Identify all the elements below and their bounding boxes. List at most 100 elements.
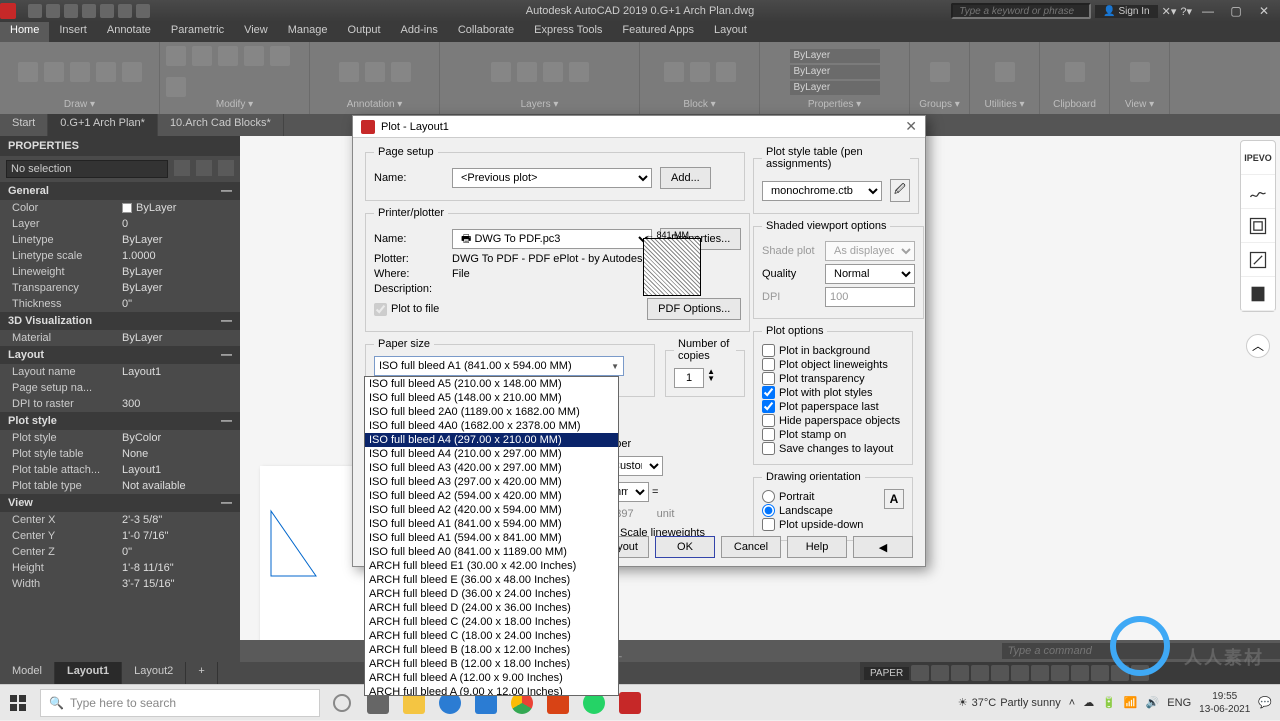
props-category[interactable]: General— (0, 182, 240, 200)
doc-tab[interactable]: 0.G+1 Arch Plan* (48, 114, 158, 136)
paper-size-option[interactable]: ISO full bleed A5 (210.00 x 148.00 MM) (365, 377, 618, 391)
props-row[interactable]: Center X2'-3 5/8" (0, 512, 240, 528)
qat-save-icon[interactable] (64, 4, 78, 18)
props-row[interactable]: Plot style tableNone (0, 446, 240, 462)
panel-draw[interactable]: Draw ▾ (64, 99, 95, 112)
statusbar-ortho-icon[interactable] (951, 665, 969, 681)
props-row[interactable]: ColorByLayer (0, 200, 240, 216)
color-combo[interactable]: ByLayer (790, 49, 880, 63)
qat-undo-icon[interactable] (118, 4, 132, 18)
exchange-icon[interactable]: ✕▾ (1162, 5, 1177, 18)
panel-groups[interactable]: Groups ▾ (919, 99, 960, 112)
paper-size-option[interactable]: ISO full bleed A3 (297.00 x 420.00 MM) (365, 475, 618, 489)
paper-size-option[interactable]: ISO full bleed A2 (594.00 x 420.00 MM) (365, 489, 618, 503)
props-row[interactable]: LinetypeByLayer (0, 232, 240, 248)
paper-size-option[interactable]: ARCH full bleed A (9.00 x 12.00 Inches) (365, 685, 618, 696)
paper-size-option[interactable]: ISO full bleed A2 (420.00 x 594.00 MM) (365, 503, 618, 517)
paper-size-option[interactable]: ISO full bleed A3 (420.00 x 297.00 MM) (365, 461, 618, 475)
doc-tab[interactable]: 10.Arch Cad Blocks* (158, 114, 284, 136)
panel-properties[interactable]: Properties ▾ (808, 99, 861, 112)
props-row[interactable]: LineweightByLayer (0, 264, 240, 280)
props-row[interactable]: Center Y1'-0 7/16" (0, 528, 240, 544)
statusbar-osnap-icon[interactable] (991, 665, 1009, 681)
statusbar-grid-icon[interactable] (911, 665, 929, 681)
clipboard-icon[interactable] (1241, 277, 1275, 311)
ribbon-tab-home[interactable]: Home (0, 22, 49, 42)
layout-tab[interactable]: Layout2 (122, 662, 186, 684)
quickselect-icon[interactable] (174, 160, 190, 176)
expand-chevron-icon[interactable]: ︿ (1246, 334, 1270, 358)
paper-size-option[interactable]: ISO full bleed A4 (297.00 x 210.00 MM) (365, 433, 618, 447)
paper-size-option[interactable]: ISO full bleed 2A0 (1189.00 x 1682.00 MM… (365, 405, 618, 419)
props-row[interactable]: Layer0 (0, 216, 240, 232)
lineweight-combo[interactable]: ByLayer (790, 65, 880, 79)
pickadd-icon[interactable] (218, 160, 234, 176)
ribbon-tab-add-ins[interactable]: Add-ins (391, 22, 448, 42)
taskbar-search[interactable]: 🔍 Type here to search (40, 689, 320, 717)
statusbar-lweight-icon[interactable] (1031, 665, 1049, 681)
props-category[interactable]: Plot style— (0, 412, 240, 430)
space-indicator[interactable]: PAPER (864, 667, 909, 680)
qat-new-icon[interactable] (28, 4, 42, 18)
statusbar-polar-icon[interactable] (971, 665, 989, 681)
landscape-radio[interactable]: Landscape (762, 504, 884, 517)
panel-block[interactable]: Block ▾ (683, 99, 715, 112)
collapse-dialog-button[interactable]: ◀ (853, 536, 913, 558)
add-page-setup-button[interactable]: Add... (660, 167, 711, 189)
edit-plot-style-icon[interactable]: 🖉 (890, 179, 910, 202)
ribbon-tab-manage[interactable]: Manage (278, 22, 338, 42)
paper-size-select[interactable]: ISO full bleed A1 (841.00 x 594.00 MM)▼ (374, 356, 624, 376)
selection-combo[interactable]: No selection (6, 160, 168, 178)
dialog-close-button[interactable]: ✕ (905, 118, 917, 135)
props-row[interactable]: Thickness0" (0, 296, 240, 312)
plot-option-checkbox[interactable]: Plot object lineweights (762, 358, 904, 371)
zoom-extents-icon[interactable] (1241, 209, 1275, 243)
selectobjects-icon[interactable] (196, 160, 212, 176)
qat-saveas-icon[interactable] (82, 4, 96, 18)
tray-language[interactable]: ENG (1167, 697, 1191, 709)
ok-button[interactable]: OK (655, 536, 715, 558)
props-category[interactable]: View— (0, 494, 240, 512)
layout-tab[interactable]: Model (0, 662, 55, 684)
panel-layers[interactable]: Layers ▾ (521, 99, 559, 112)
ribbon-tab-featured-apps[interactable]: Featured Apps (612, 22, 704, 42)
plot-style-table-select[interactable]: monochrome.ctb (762, 181, 882, 201)
ribbon-tab-collaborate[interactable]: Collaborate (448, 22, 524, 42)
minimize-button[interactable]: — (1196, 4, 1220, 18)
ribbon-tab-insert[interactable]: Insert (49, 22, 97, 42)
props-row[interactable]: Width3'-7 15/16" (0, 576, 240, 592)
tray-clock[interactable]: 19:5513-06-2021 (1199, 690, 1250, 716)
qat-open-icon[interactable] (46, 4, 60, 18)
cortana-icon[interactable] (324, 685, 360, 721)
paper-size-option[interactable]: ARCH full bleed D (24.00 x 36.00 Inches) (365, 601, 618, 615)
plot-to-file-checkbox[interactable]: Plot to file (374, 303, 439, 316)
props-row[interactable]: TransparencyByLayer (0, 280, 240, 296)
sign-in-button[interactable]: 👤 Sign In (1095, 5, 1157, 18)
linetype-combo[interactable]: ByLayer (790, 81, 880, 95)
props-category[interactable]: Layout— (0, 346, 240, 364)
ribbon-tab-view[interactable]: View (234, 22, 278, 42)
upside-down-checkbox[interactable]: Plot upside-down (762, 518, 884, 531)
tray-battery-icon[interactable]: 🔋 (1102, 696, 1116, 709)
plot-option-checkbox[interactable]: Plot paperspace last (762, 400, 904, 413)
panel-view[interactable]: View ▾ (1125, 99, 1154, 112)
ribbon-tab-layout[interactable]: Layout (704, 22, 757, 42)
zoom-window-icon[interactable] (1241, 243, 1275, 277)
paper-size-option[interactable]: ARCH full bleed E1 (30.00 x 42.00 Inches… (365, 559, 618, 573)
tray-notifications-icon[interactable]: 💬 (1258, 696, 1272, 709)
paper-size-option[interactable]: ARCH full bleed C (24.00 x 18.00 Inches) (365, 615, 618, 629)
props-category[interactable]: 3D Visualization— (0, 312, 240, 330)
ribbon-tab-express-tools[interactable]: Express Tools (524, 22, 612, 42)
close-window-button[interactable]: ✕ (1252, 4, 1276, 18)
tray-chevron-icon[interactable]: ˄ (1069, 697, 1075, 709)
statusbar-workspace-icon[interactable] (1091, 665, 1109, 681)
props-row[interactable]: MaterialByLayer (0, 330, 240, 346)
props-row[interactable]: Page setup na... (0, 380, 240, 396)
layout-tab[interactable]: Layout1 (55, 662, 122, 684)
paper-size-option[interactable]: ISO full bleed A1 (841.00 x 594.00 MM) (365, 517, 618, 531)
paper-size-option[interactable]: ISO full bleed A5 (148.00 x 210.00 MM) (365, 391, 618, 405)
panel-annotation[interactable]: Annotation ▾ (347, 99, 403, 112)
ribbon-tab-output[interactable]: Output (338, 22, 391, 42)
paper-size-option[interactable]: ISO full bleed A4 (210.00 x 297.00 MM) (365, 447, 618, 461)
props-row[interactable]: Plot styleByColor (0, 430, 240, 446)
